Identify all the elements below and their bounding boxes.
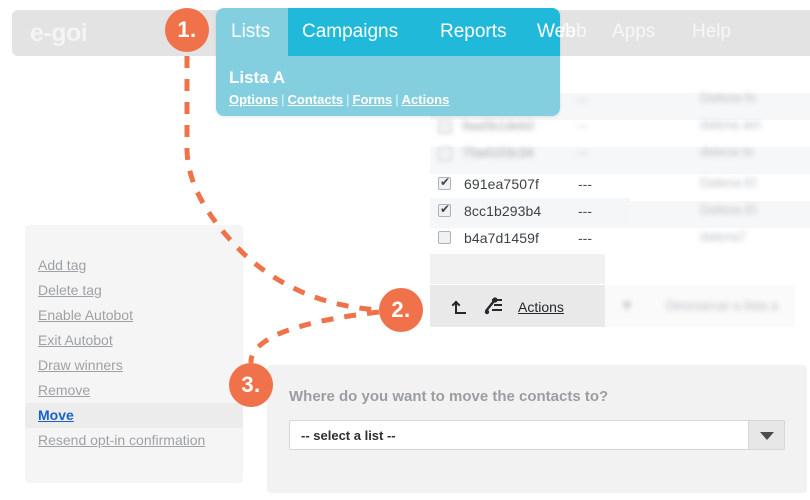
list-title: Lista A [229, 68, 286, 87]
contact-value: --- [578, 176, 592, 192]
contact-value: --- [578, 230, 592, 246]
app-logo: e-goi [30, 19, 88, 47]
actions-menu-item-resend-optin[interactable]: Resend opt-in confirmation [25, 428, 243, 453]
table-row[interactable]: 691ea7507f --- [430, 171, 630, 197]
actions-menu-item-move[interactable]: Move [25, 403, 243, 428]
row-checkbox[interactable] [438, 175, 451, 190]
contact-id: 691ea7507f [464, 176, 539, 192]
tools-settings-icon[interactable] [484, 296, 504, 316]
row-checkbox[interactable] [438, 147, 452, 161]
toolbar-spacer [430, 254, 605, 284]
blurred-cell: Dalena El [700, 202, 757, 217]
contact-id: 8cc1b293b4 [464, 203, 542, 219]
target-list-select[interactable]: -- select a list -- [289, 420, 785, 450]
blurred-cell: Dalena fo [700, 90, 756, 105]
step-badge-3: 3. [229, 363, 273, 407]
actions-menu-item-add-tag[interactable]: Add tag [25, 253, 243, 278]
target-list-select-value: -- select a list -- [301, 428, 396, 443]
actions-menu-item-enable-autobot[interactable]: Enable Autobot [25, 303, 243, 328]
nav-item-reports[interactable]: Reports [440, 20, 507, 44]
list-sublinks: Options | Contacts | Forms | Actions [229, 92, 449, 108]
blurred-toolbar-icon: ▼ [620, 297, 634, 313]
blurred-toolbar-label: Desmarcar a lista a [666, 298, 778, 313]
chevron-down-icon[interactable] [748, 421, 784, 449]
blurred-cell: --- [576, 92, 589, 107]
row-checkbox[interactable] [438, 202, 451, 217]
nav-item-lists[interactable]: Lists [231, 20, 270, 44]
contact-id: b4a7d1459f [464, 230, 539, 246]
row-checkbox[interactable] [438, 231, 451, 244]
topbar-item-apps[interactable]: Apps [612, 19, 655, 45]
sublink-options[interactable]: Options [229, 92, 278, 107]
screenshot-root: e-goi Web Apps Help 9aa5b1deb0 75a4103c3… [0, 0, 810, 500]
sublink-separator: | [395, 92, 399, 107]
sublink-separator: | [346, 92, 350, 107]
blurred-cell: dalena7 [700, 229, 747, 244]
step-badge-1: 1. [165, 8, 209, 52]
blurred-cell: --- [576, 118, 589, 133]
actions-menu-item-delete-tag[interactable]: Delete tag [25, 278, 243, 303]
blurred-contact-id: 75a4103c34 [462, 145, 534, 160]
sublink-actions[interactable]: Actions [402, 92, 450, 107]
blurred-contact-id: 9aa5b1deb0 [462, 118, 535, 133]
blurred-cell: dalena am [700, 117, 761, 132]
actions-menu-item-draw-winners[interactable]: Draw winners [25, 353, 243, 378]
sublink-contacts[interactable]: Contacts [288, 92, 344, 107]
move-question-label: Where do you want to move the contacts t… [289, 388, 609, 405]
export-up-arrow-icon[interactable] [450, 296, 470, 316]
blurred-cell: --- [576, 145, 589, 160]
actions-toolbar: Actions [430, 285, 605, 327]
blurred-cell: Dalena El [700, 175, 757, 190]
nav-item-web[interactable]: Web [537, 20, 576, 44]
nav-item-campaigns[interactable]: Campaigns [302, 20, 398, 44]
actions-menu-item-remove[interactable]: Remove [25, 378, 243, 403]
topbar-item-help[interactable]: Help [692, 19, 731, 45]
step-badge-2: 2. [379, 288, 423, 332]
actions-menu-item-exit-autobot[interactable]: Exit Autobot [25, 328, 243, 353]
row-checkbox[interactable] [438, 120, 452, 134]
actions-button[interactable]: Actions [518, 299, 564, 316]
blurred-cell: dalena te [700, 144, 754, 159]
sublink-separator: | [281, 92, 285, 107]
table-row[interactable]: b4a7d1459f --- [430, 225, 630, 251]
contact-value: --- [578, 203, 592, 219]
table-row[interactable]: 8cc1b293b4 --- [430, 198, 630, 224]
sublink-forms[interactable]: Forms [353, 92, 393, 107]
